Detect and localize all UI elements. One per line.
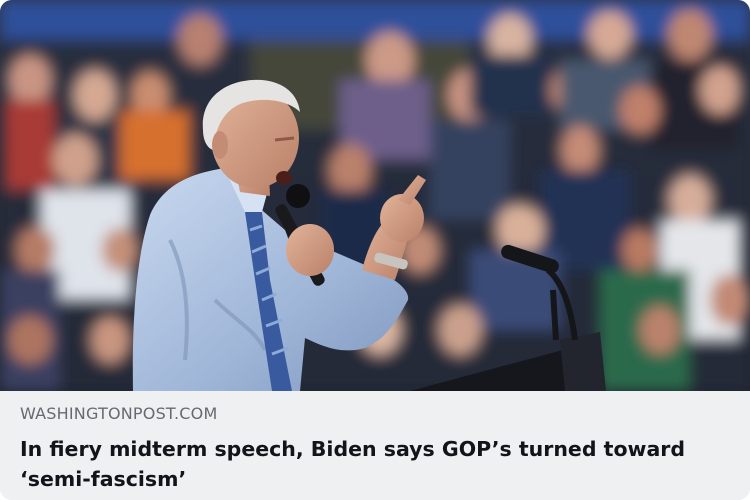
link-preview-card[interactable]: WASHINGTONPOST.COM In fiery midterm spee… — [0, 0, 750, 500]
link-caption[interactable]: WASHINGTONPOST.COM In fiery midterm spee… — [0, 391, 750, 500]
article-photo-illustration — [0, 0, 750, 391]
article-headline[interactable]: In fiery midterm speech, Biden says GOP’… — [20, 434, 730, 494]
source-domain: WASHINGTONPOST.COM — [20, 404, 218, 423]
article-photo[interactable] — [0, 0, 750, 391]
